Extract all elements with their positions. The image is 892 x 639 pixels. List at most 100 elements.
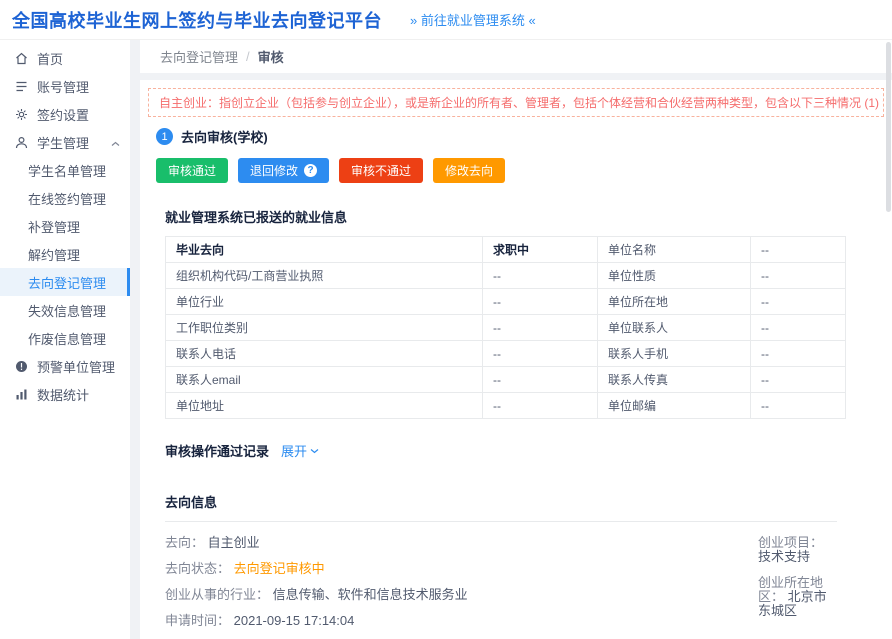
- sidebar-item-warning-units[interactable]: 预警单位管理: [0, 352, 130, 380]
- sidebar-item-home[interactable]: 首页: [0, 44, 130, 72]
- detail-value: 自主创业: [208, 535, 260, 550]
- chevron-down-icon: [310, 448, 319, 454]
- account-icon: [15, 80, 28, 93]
- cell-value: --: [483, 263, 598, 289]
- sidebar-item-student-list[interactable]: 学生名单管理: [0, 156, 130, 184]
- sidebar-item-destination-registration[interactable]: 去向登记管理: [0, 268, 130, 296]
- stats-icon: [15, 388, 28, 401]
- cell-label: 组织机构代码/工商营业执照: [166, 263, 483, 289]
- table-row: 单位地址 -- 单位邮编 --: [166, 393, 846, 419]
- destination-info-title: 去向信息: [165, 492, 837, 511]
- employment-info-title: 就业管理系统已报送的就业信息: [165, 207, 837, 226]
- step-number-badge: 1: [156, 128, 173, 145]
- cell-label: 工作职位类别: [166, 315, 483, 341]
- status-badge: 去向登记审核中: [234, 561, 325, 576]
- scrollbar-thumb[interactable]: [886, 42, 891, 212]
- cell-label: 联系人email: [166, 367, 483, 393]
- reject-button[interactable]: 审核不通过: [339, 158, 423, 183]
- top-header: 全国高校毕业生网上签约与毕业去向登记平台 » 前往就业管理系统 «: [0, 0, 892, 40]
- cell-label: 单位性质: [598, 263, 751, 289]
- employment-system-link[interactable]: » 前往就业管理系统 «: [410, 10, 536, 29]
- detail-value: 技术支持: [758, 549, 810, 564]
- employment-info-table: 毕业去向 求职中 单位名称 -- 组织机构代码/工商营业执照 -- 单位性质 -…: [165, 236, 846, 419]
- cell-label: 单位名称: [598, 237, 751, 263]
- return-modify-button[interactable]: 退回修改 ?: [238, 158, 329, 183]
- detail-destination: 去向： 自主创业: [165, 536, 837, 550]
- cell-value: --: [483, 367, 598, 393]
- cell-value: --: [751, 263, 846, 289]
- sidebar-item-invalid-info[interactable]: 失效信息管理: [0, 296, 130, 324]
- detail-value: 2021-09-15 17:14:04: [234, 613, 355, 628]
- breadcrumb-parent[interactable]: 去向登记管理: [160, 47, 238, 66]
- sidebar-item-label: 签约设置: [37, 105, 89, 124]
- cell-label: 单位所在地: [598, 289, 751, 315]
- sidebar-subitem-label: 解约管理: [28, 245, 80, 264]
- detail-region: 创业所在地区： 北京市东城区: [758, 576, 837, 618]
- breadcrumb-separator: /: [246, 49, 250, 64]
- sidebar-item-supplementary[interactable]: 补登管理: [0, 212, 130, 240]
- sidebar-item-statistics[interactable]: 数据统计: [0, 380, 130, 408]
- step-label: 去向审核(学校): [181, 127, 268, 146]
- sidebar-subitem-label: 作废信息管理: [28, 329, 106, 348]
- app-title: 全国高校毕业生网上签约与毕业去向登记平台: [0, 7, 382, 33]
- sidebar-item-students[interactable]: 学生管理: [0, 128, 130, 156]
- table-row: 联系人电话 -- 联系人手机 --: [166, 341, 846, 367]
- detail-label: 创业项目：: [758, 535, 823, 550]
- audit-step: 1 去向审核(学校): [156, 127, 884, 146]
- sidebar-item-label: 预警单位管理: [37, 357, 115, 376]
- destination-details-right: 创业项目： 技术支持 创业所在地区： 北京市东城区: [758, 536, 837, 630]
- detail-label: 创业从事的行业：: [165, 587, 269, 602]
- sidebar-subitem-label: 失效信息管理: [28, 301, 106, 320]
- breadcrumb: 去向登记管理 / 审核: [140, 40, 892, 73]
- detail-label: 去向状态：: [165, 561, 230, 576]
- cell-label: 单位联系人: [598, 315, 751, 341]
- sidebar-item-online-signing[interactable]: 在线签约管理: [0, 184, 130, 212]
- expand-toggle[interactable]: 展开: [281, 441, 319, 460]
- sidebar-item-termination[interactable]: 解约管理: [0, 240, 130, 268]
- cell-label: 联系人手机: [598, 341, 751, 367]
- cell-value: --: [483, 315, 598, 341]
- cell-label: 毕业去向: [166, 237, 483, 263]
- warning-icon: [15, 360, 28, 373]
- table-row: 单位行业 -- 单位所在地 --: [166, 289, 846, 315]
- settings-icon: [15, 108, 28, 121]
- cell-label: 联系人传真: [598, 367, 751, 393]
- detail-project: 创业项目： 技术支持: [758, 536, 837, 564]
- approve-button[interactable]: 审核通过: [156, 158, 228, 183]
- table-row: 组织机构代码/工商营业执照 -- 单位性质 --: [166, 263, 846, 289]
- table-row: 毕业去向 求职中 单位名称 --: [166, 237, 846, 263]
- cell-value: --: [751, 315, 846, 341]
- cell-value: --: [751, 289, 846, 315]
- modify-destination-button[interactable]: 修改去向: [433, 158, 505, 183]
- detail-label: 去向：: [165, 535, 204, 550]
- detail-value: 信息传输、软件和信息技术服务业: [273, 587, 468, 602]
- cell-value: --: [751, 393, 846, 419]
- sidebar-item-label: 首页: [37, 49, 63, 68]
- cell-label: 联系人电话: [166, 341, 483, 367]
- sidebar-subitem-label: 学生名单管理: [28, 161, 106, 180]
- expand-toggle-label: 展开: [281, 441, 307, 460]
- cell-value: --: [751, 341, 846, 367]
- reject-button-label: 审核不通过: [351, 162, 411, 179]
- sidebar-subitem-label: 去向登记管理: [28, 273, 106, 292]
- sidebar-item-signing-settings[interactable]: 签约设置: [0, 100, 130, 128]
- detail-destination-status: 去向状态： 去向登记审核中: [165, 562, 837, 576]
- sidebar-item-voided-info[interactable]: 作废信息管理: [0, 324, 130, 352]
- question-circle-icon: ?: [304, 164, 317, 177]
- cell-value: 求职中: [483, 237, 598, 263]
- scrollbar-track: [886, 41, 892, 639]
- modify-destination-button-label: 修改去向: [445, 162, 493, 179]
- return-modify-button-label: 退回修改: [250, 162, 298, 179]
- sidebar-item-accounts[interactable]: 账号管理: [0, 72, 130, 100]
- cell-label: 单位邮编: [598, 393, 751, 419]
- sidebar-subitem-label: 补登管理: [28, 217, 80, 236]
- cell-label: 单位地址: [166, 393, 483, 419]
- sidebar: 首页 账号管理 签约设置 学生管理 学生名单管理 在线签: [0, 40, 130, 639]
- main-area: 去向登记管理 / 审核 自主创业：指创立企业（包括参与创立企业），或是新企业的所…: [130, 40, 892, 639]
- cell-value: --: [751, 367, 846, 393]
- table-row: 联系人email -- 联系人传真 --: [166, 367, 846, 393]
- sidebar-item-label: 账号管理: [37, 77, 89, 96]
- chevron-up-icon: [111, 135, 120, 150]
- cell-value: --: [483, 393, 598, 419]
- cell-value: --: [483, 289, 598, 315]
